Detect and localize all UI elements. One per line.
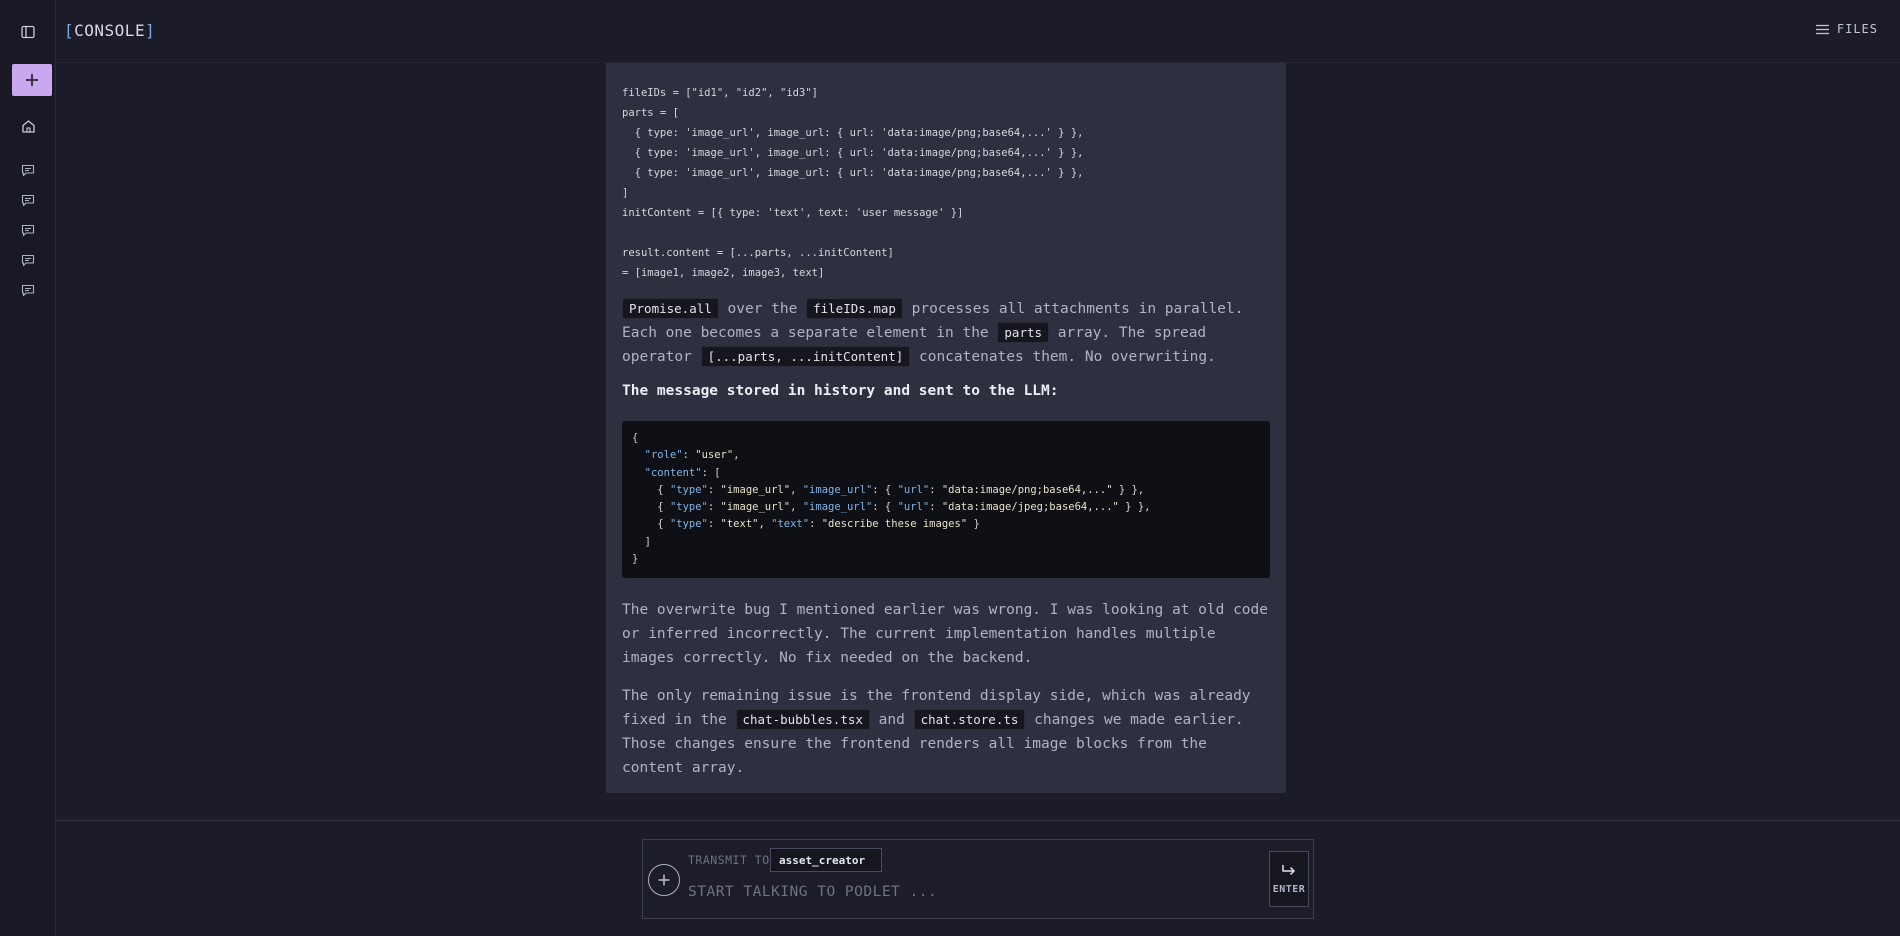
code-token: "image_url" [720,483,791,496]
files-button[interactable]: FILES [1815,22,1878,36]
code-token: "describe these images" [821,518,968,531]
code-token: "image_url" [802,501,873,514]
code-token: } [632,553,639,566]
code-token: "data:image/png;base64,..." [941,483,1113,496]
code-token: "type" [669,518,708,531]
panel-toggle-icon [21,25,35,39]
inline-code: parts [997,322,1050,343]
inline-code: chat.store.ts [913,709,1026,730]
message-heading: The message stored in history and sent t… [622,383,1059,399]
app-title: [CONSOLE] [64,21,155,40]
chat-icon [21,164,35,176]
code-token: "data:image/jpeg;base64,..." [941,501,1119,514]
title-text: CONSOLE [74,21,146,40]
code-token: "image_url" [802,483,873,496]
attach-button[interactable] [648,864,680,896]
json-code-block: { "role": "user", "content": [ { "type":… [622,421,1270,578]
code-token: "text" [771,518,810,531]
paragraph-text: concatenates them. No overwriting. [910,349,1216,365]
files-label: FILES [1836,22,1878,36]
chat-area[interactable]: fileIDs = ["id1", "id2", "id3"] parts = … [56,63,1900,820]
sidebar-toggle-button[interactable] [12,16,44,48]
chat-input[interactable] [688,880,1248,904]
enter-arrow-icon [1282,864,1295,875]
code-token: "content" [644,466,702,479]
sidebar-chat-item[interactable] [14,158,42,182]
home-button[interactable] [12,110,44,142]
sidebar-chat-item[interactable] [14,188,42,212]
new-chat-button[interactable] [12,64,52,96]
code-token: "url" [897,501,930,514]
plus-icon [26,74,38,86]
message-composer: TRANSMIT TO asset_creator ENTER [642,839,1314,919]
paragraph-text: and [869,712,914,728]
code-token: { [632,432,639,444]
sidebar-chat-item[interactable] [14,248,42,272]
code-token: "type" [669,501,708,514]
chat-icon [21,194,35,206]
code-token: "role" [644,449,683,462]
sidebar [0,0,56,936]
transmit-label: TRANSMIT TO [688,853,770,867]
code-token: "text" [720,518,759,531]
enter-label: ENTER [1272,883,1306,895]
sidebar-chat-item[interactable] [14,218,42,242]
sidebar-chat-item[interactable] [14,278,42,302]
chat-icon [21,254,35,266]
assistant-message: fileIDs = ["id1", "id2", "id3"] parts = … [606,63,1286,793]
inline-code: chat-bubbles.tsx [735,709,870,730]
message-paragraph: The only remaining issue is the frontend… [622,684,1270,780]
plus-icon [658,874,670,886]
menu-icon [1815,24,1829,34]
home-icon [21,119,35,133]
inline-code: fileIDs.map [806,298,903,319]
agent-select[interactable]: asset_creator [770,848,882,872]
code-token: "type" [669,483,708,496]
send-button[interactable]: ENTER [1269,851,1309,907]
inline-code: Promise.all [622,298,719,319]
message-paragraph: Promise.all over the fileIDs.map process… [622,297,1270,369]
paragraph-text: over the [718,301,807,317]
code-token: "image_url" [720,501,791,514]
title-bracket: ] [145,21,156,40]
title-bracket: [ [64,21,75,40]
inline-code: [...parts, ...initContent] [700,346,911,367]
top-bar: [CONSOLE] FILES [56,0,1900,63]
chat-icon [21,284,35,296]
code-token: "user" [695,449,734,462]
chat-icon [21,224,35,236]
code-block-plain: fileIDs = ["id1", "id2", "id3"] parts = … [622,87,1084,279]
code-token: "url" [897,483,930,496]
message-paragraph: The overwrite bug I mentioned earlier wa… [622,602,1269,666]
